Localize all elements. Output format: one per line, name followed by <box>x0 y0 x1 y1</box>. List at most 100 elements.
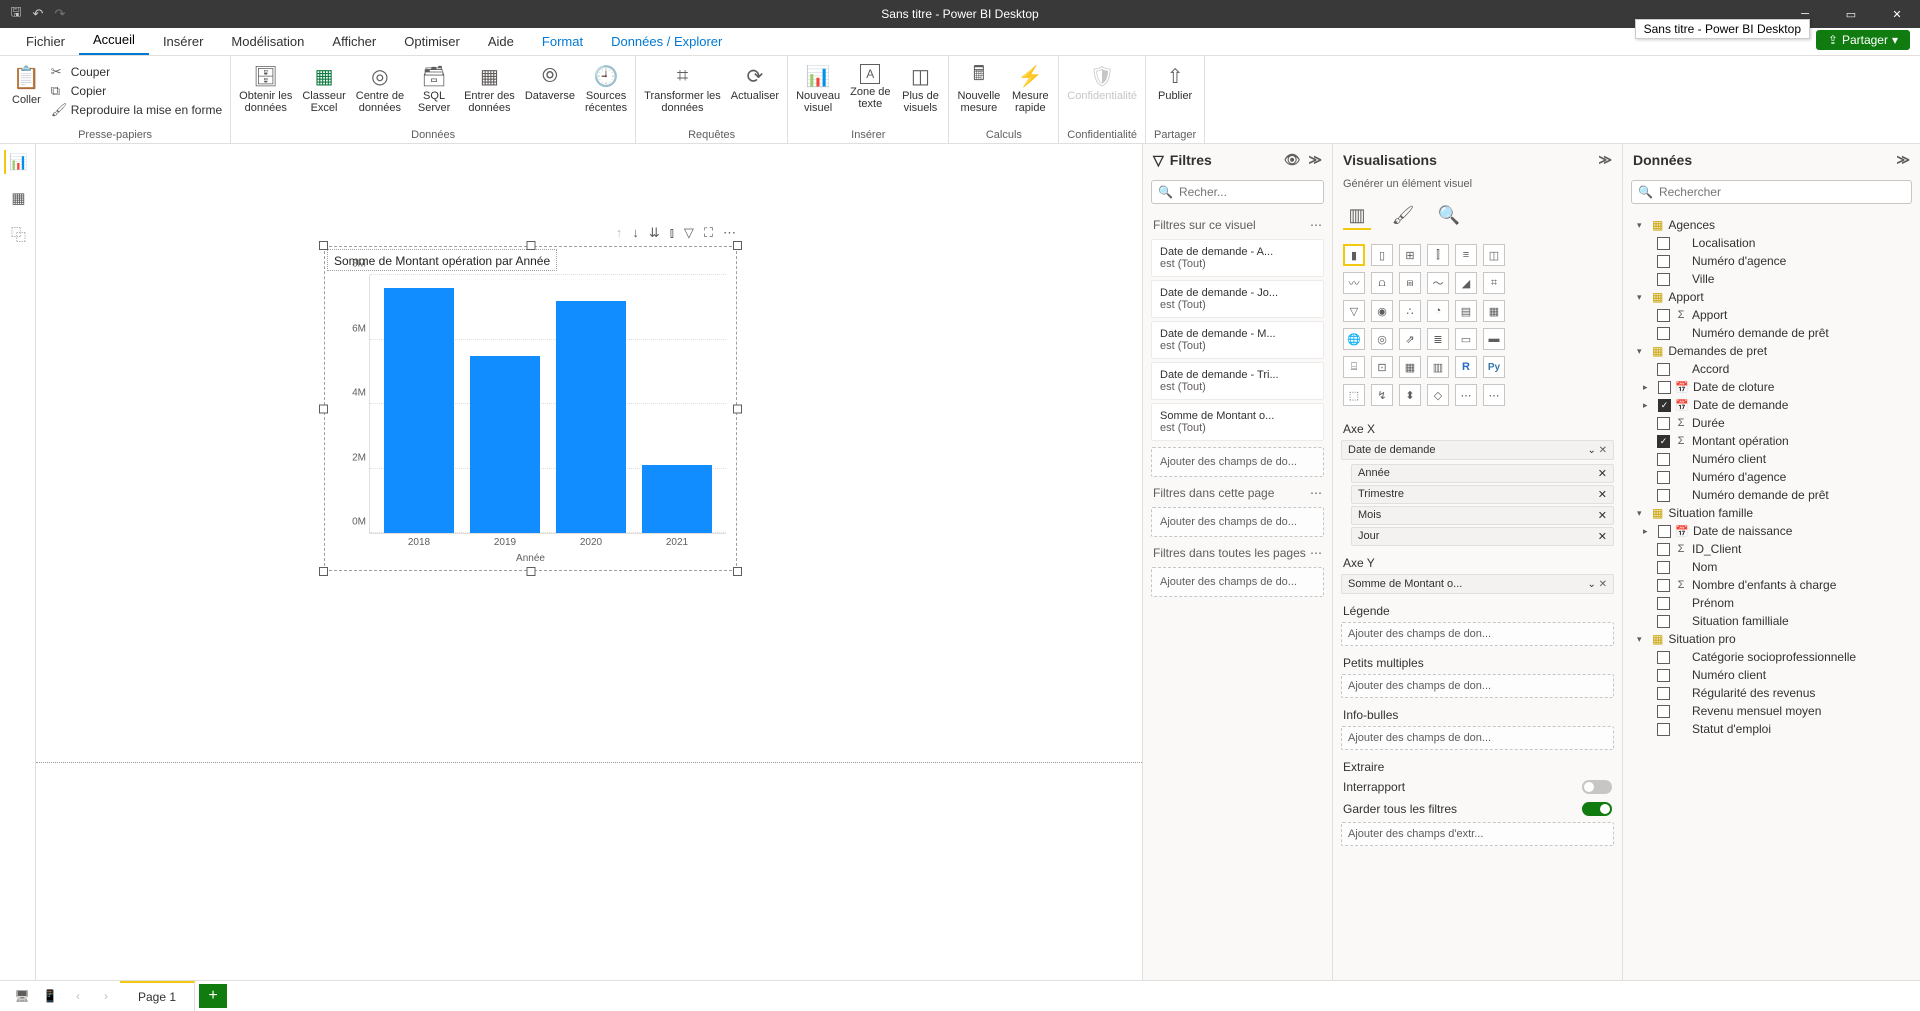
field-checkbox[interactable] <box>1657 687 1670 700</box>
chevron-down-icon[interactable]: ▾ <box>1637 292 1647 303</box>
filter-card[interactable]: Date de demande - Jo...est (Tout) <box>1151 280 1324 318</box>
filter-card[interactable]: Date de demande - Tri...est (Tout) <box>1151 362 1324 400</box>
viz-type-icon[interactable]: ◫ <box>1483 244 1505 266</box>
viz-type-icon[interactable]: ⇗ <box>1399 328 1421 350</box>
viz-type-icon[interactable]: 〜 <box>1427 272 1449 294</box>
field-row[interactable]: Numéro d'agence <box>1627 468 1916 486</box>
get-data-button[interactable]: 🗄Obtenir les données <box>239 60 292 114</box>
field-checkbox[interactable]: ✓ <box>1657 435 1670 448</box>
collapse-pane-icon[interactable]: ≫ <box>1308 152 1322 168</box>
bar[interactable] <box>384 288 454 533</box>
viz-type-icon[interactable]: ⊞ <box>1399 244 1421 266</box>
drill-drop[interactable]: Ajouter des champs d'extr... <box>1341 822 1614 846</box>
bar-chart-visual[interactable]: ↑ ↓ ⇊ ⫾ ▽ ⛶ ⋯ Somme de Montant opération… <box>324 246 737 571</box>
axe-x-subfield[interactable]: Trimestre✕ <box>1351 485 1614 504</box>
analytics-tab[interactable]: 🔍 <box>1435 202 1463 230</box>
chevron-right-icon[interactable]: ▸ <box>1643 400 1653 411</box>
viz-type-icon[interactable]: ↯ <box>1371 384 1393 406</box>
textbox-button[interactable]: AZone de texte <box>850 60 890 110</box>
tab-inserer[interactable]: Insérer <box>149 28 217 55</box>
viz-type-icon[interactable]: ▮ <box>1343 244 1365 266</box>
viz-type-icon[interactable]: ⊡ <box>1371 356 1393 378</box>
field-row[interactable]: ✓ΣMontant opération <box>1627 432 1916 450</box>
field-checkbox[interactable] <box>1657 615 1670 628</box>
bar[interactable] <box>470 356 540 533</box>
remove-icon[interactable]: ✕ <box>1598 530 1607 543</box>
tab-afficher[interactable]: Afficher <box>318 28 390 55</box>
tab-donnees[interactable]: Données / Explorer <box>597 28 736 55</box>
enter-data-button[interactable]: ▦Entrer des données <box>464 60 515 114</box>
field-row[interactable]: ▸📅Date de cloture <box>1627 378 1916 396</box>
copy-button[interactable]: ⧉Copier <box>51 83 222 99</box>
paste-button[interactable]: 📋 Coller <box>8 60 45 118</box>
table-row[interactable]: ▾▦Demandes de pret <box>1627 342 1916 360</box>
legend-drop[interactable]: Ajouter des champs de don... <box>1341 622 1614 646</box>
remove-icon[interactable]: ✕ <box>1599 579 1607 590</box>
viz-type-icon[interactable]: ≡ <box>1455 244 1477 266</box>
viz-type-icon[interactable]: Py <box>1483 356 1505 378</box>
viz-type-icon[interactable]: ▦ <box>1399 356 1421 378</box>
recent-sources-button[interactable]: 🕘Sources récentes <box>585 60 627 114</box>
filter-card[interactable]: Date de demande - M...est (Tout) <box>1151 321 1324 359</box>
viz-type-icon[interactable]: ⌗ <box>1483 272 1505 294</box>
viz-type-icon[interactable]: ⩎ <box>1399 272 1421 294</box>
viz-type-icon[interactable]: ▤ <box>1455 300 1477 322</box>
add-filter-all[interactable]: Ajouter des champs de do... <box>1151 567 1324 597</box>
collapse-pane-icon[interactable]: ≫ <box>1598 152 1612 168</box>
viz-type-icon[interactable]: ⩍ <box>1371 272 1393 294</box>
save-icon[interactable]: 🖫 <box>8 6 24 22</box>
bar[interactable] <box>642 465 712 533</box>
field-checkbox[interactable] <box>1657 543 1670 556</box>
filters-search-input[interactable] <box>1179 185 1334 199</box>
table-row[interactable]: ▾▦Agences <box>1627 216 1916 234</box>
datahub-button[interactable]: ◎Centre de données <box>356 60 404 114</box>
field-checkbox[interactable] <box>1657 255 1670 268</box>
table-row[interactable]: ▾▦Situation famille <box>1627 504 1916 522</box>
field-row[interactable]: ΣApport <box>1627 306 1916 324</box>
chevron-right-icon[interactable]: ▸ <box>1643 382 1653 393</box>
cross-report-toggle[interactable]: Interrapport <box>1333 776 1622 798</box>
hierarchy-icon[interactable]: ⫾ <box>670 225 674 241</box>
field-row[interactable]: Localisation <box>1627 234 1916 252</box>
axe-x-field[interactable]: Date de demande⌄ ✕ <box>1341 440 1614 460</box>
viz-type-icon[interactable]: R <box>1455 356 1477 378</box>
tab-modelisation[interactable]: Modélisation <box>217 28 318 55</box>
data-search[interactable]: 🔍 <box>1631 180 1912 204</box>
viz-type-icon[interactable]: ▦ <box>1483 300 1505 322</box>
eye-icon[interactable]: 👁 <box>1284 152 1301 168</box>
toggle-on[interactable] <box>1582 802 1612 816</box>
field-checkbox[interactable] <box>1657 417 1670 430</box>
mobile-layout-icon[interactable]: 📱 <box>36 984 64 1008</box>
prev-page-icon[interactable]: ‹ <box>64 984 92 1008</box>
remove-icon[interactable]: ✕ <box>1598 509 1607 522</box>
viz-type-icon[interactable]: ◢ <box>1455 272 1477 294</box>
viz-type-icon[interactable]: ⬚ <box>1343 384 1365 406</box>
toggle-off[interactable] <box>1582 780 1612 794</box>
bar[interactable] <box>556 301 626 533</box>
field-checkbox[interactable] <box>1657 579 1670 592</box>
refresh-button[interactable]: ⟳Actualiser <box>731 60 779 102</box>
sql-button[interactable]: 🗃SQL Server <box>414 60 454 114</box>
field-checkbox[interactable] <box>1657 705 1670 718</box>
report-view-icon[interactable]: 📊 <box>4 150 32 174</box>
viz-type-icon[interactable]: ⋯ <box>1483 384 1505 406</box>
viz-type-icon[interactable]: ◔ <box>1427 300 1449 322</box>
axe-x-subfield[interactable]: Jour✕ <box>1351 527 1614 546</box>
add-filter-page[interactable]: Ajouter des champs de do... <box>1151 507 1324 537</box>
filter-card[interactable]: Date de demande - A...est (Tout) <box>1151 239 1324 277</box>
table-row[interactable]: ▾▦Situation pro <box>1627 630 1916 648</box>
chevron-down-icon[interactable]: ⌄ <box>1587 445 1598 456</box>
field-checkbox[interactable] <box>1657 489 1670 502</box>
viz-type-icon[interactable]: ▥ <box>1427 356 1449 378</box>
drill-up-icon[interactable]: ↑ <box>616 225 623 241</box>
field-checkbox[interactable] <box>1657 273 1670 286</box>
field-checkbox[interactable]: ✓ <box>1658 399 1671 412</box>
field-checkbox[interactable] <box>1657 453 1670 466</box>
chevron-right-icon[interactable]: ▸ <box>1643 526 1653 537</box>
viz-type-icon[interactable]: ⌸ <box>1343 356 1365 378</box>
viz-type-icon[interactable]: ⫿ <box>1427 244 1449 266</box>
field-row[interactable]: Prénom <box>1627 594 1916 612</box>
field-row[interactable]: Régularité des revenus <box>1627 684 1916 702</box>
viz-type-icon[interactable]: ▭ <box>1455 328 1477 350</box>
viz-type-icon[interactable]: ▽ <box>1343 300 1365 322</box>
